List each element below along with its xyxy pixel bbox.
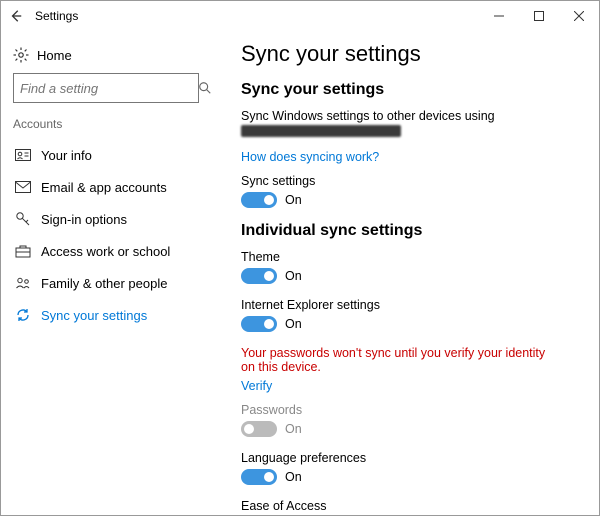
sync-settings-toggle[interactable] [241, 192, 277, 208]
sync-description: Sync Windows settings to other devices u… [241, 109, 579, 123]
language-toggle[interactable] [241, 469, 277, 485]
key-icon [15, 211, 31, 227]
help-link[interactable]: How does syncing work? [241, 150, 379, 164]
briefcase-icon [15, 243, 31, 259]
theme-toggle[interactable] [241, 268, 277, 284]
verify-link[interactable]: Verify [241, 379, 272, 393]
gear-icon [13, 47, 29, 63]
close-button[interactable] [559, 1, 599, 31]
search-field[interactable] [20, 81, 198, 96]
theme-state: On [285, 269, 302, 283]
minimize-button[interactable] [479, 1, 519, 31]
passwords-toggle [241, 421, 277, 437]
sync-settings-state: On [285, 193, 302, 207]
titlebar: Settings [1, 1, 599, 31]
passwords-state: On [285, 422, 302, 436]
nav-label: Sync your settings [41, 308, 147, 323]
ie-state: On [285, 317, 302, 331]
ie-label: Internet Explorer settings [241, 298, 579, 312]
search-input[interactable] [13, 73, 199, 103]
mail-icon [15, 179, 31, 195]
ease-label: Ease of Access [241, 499, 579, 513]
theme-label: Theme [241, 250, 579, 264]
nav-label: Family & other people [41, 276, 167, 291]
language-state: On [285, 470, 302, 484]
page-title: Sync your settings [241, 41, 579, 67]
people-icon [15, 275, 31, 291]
search-icon [198, 81, 212, 95]
sidebar-item-your-info[interactable]: Your info [13, 139, 199, 171]
nav-label: Access work or school [41, 244, 170, 259]
back-button[interactable] [1, 1, 31, 31]
sync-settings-label: Sync settings [241, 174, 579, 188]
nav-label: Your info [41, 148, 92, 163]
passwords-label: Passwords [241, 403, 579, 417]
window-title: Settings [35, 9, 78, 23]
ie-toggle[interactable] [241, 316, 277, 332]
home-label: Home [37, 48, 72, 63]
maximize-button[interactable] [519, 1, 559, 31]
account-name-redacted [241, 125, 401, 137]
person-card-icon [15, 147, 31, 163]
content-pane: Sync your settings Sync your settings Sy… [211, 31, 599, 515]
sidebar-item-family[interactable]: Family & other people [13, 267, 199, 299]
sidebar-item-sync[interactable]: Sync your settings [13, 299, 199, 331]
nav-label: Sign-in options [41, 212, 127, 227]
sidebar-item-email[interactable]: Email & app accounts [13, 171, 199, 203]
section-heading-sync: Sync your settings [241, 81, 579, 99]
section-heading-individual: Individual sync settings [241, 222, 579, 240]
sidebar-item-work[interactable]: Access work or school [13, 235, 199, 267]
nav-label: Email & app accounts [41, 180, 167, 195]
password-warning: Your passwords won't sync until you veri… [241, 346, 561, 374]
sync-icon [15, 307, 31, 323]
home-nav[interactable]: Home [13, 41, 199, 73]
sidebar-section-heading: Accounts [13, 117, 199, 131]
sidebar-item-signin[interactable]: Sign-in options [13, 203, 199, 235]
sidebar: Home Accounts Your info Email & app acco… [1, 31, 211, 515]
language-label: Language preferences [241, 451, 579, 465]
